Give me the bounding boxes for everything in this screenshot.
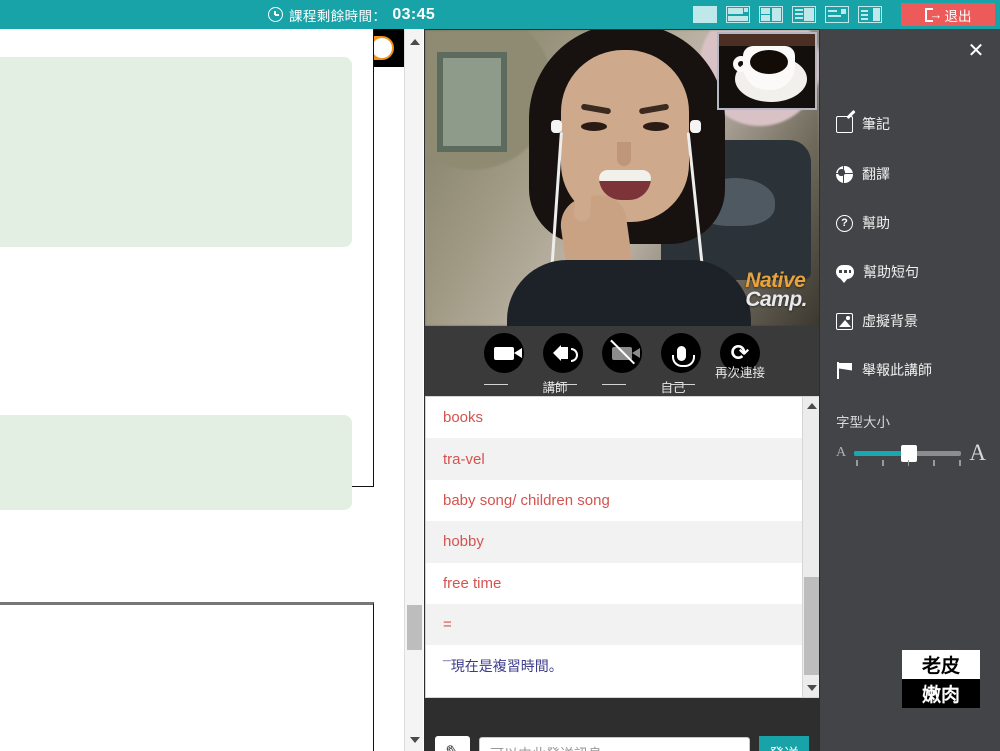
globe-icon xyxy=(836,165,853,183)
material-page-2 xyxy=(0,602,374,751)
teacher-video[interactable]: Native Camp. xyxy=(425,30,819,326)
list-item: tra-vel xyxy=(426,438,818,480)
chat-scroll-up-button[interactable] xyxy=(803,398,820,414)
list-item: free time xyxy=(443,574,502,592)
chevron-down-icon xyxy=(409,737,420,743)
teacher-figure xyxy=(507,30,751,326)
scroll-down-button[interactable] xyxy=(405,731,424,749)
clock-icon xyxy=(268,7,283,22)
sidebar-item-translate[interactable]: 翻譯 xyxy=(836,161,996,187)
tools-sidebar: ✕ 筆記 翻譯 ? 幫助 幫助短句 虛擬背景 舉報此講師 字型大小 A A xyxy=(820,29,1000,751)
material-panel: 顯示翻譯 xyxy=(0,29,404,751)
sidebar-item-label: 幫助短句 xyxy=(863,264,919,280)
font-size-large-label: A xyxy=(969,440,986,465)
exit-label: 退出 xyxy=(944,8,972,24)
image-icon xyxy=(836,312,853,330)
send-button[interactable]: 發送 xyxy=(759,736,809,751)
scroll-up-button[interactable] xyxy=(405,33,424,51)
self-camera-button[interactable] xyxy=(602,333,642,373)
self-video-thumbnail[interactable] xyxy=(717,32,817,110)
timer-value: 03:45 xyxy=(392,5,436,23)
message-input[interactable]: 可以由此發送訊息。 xyxy=(479,737,750,751)
video-controls-bar: ⟳ 講師 自己 再次連接 xyxy=(425,326,819,396)
microphone-icon xyxy=(671,345,695,367)
sidebar-item-label: 舉報此講師 xyxy=(862,362,932,378)
layout-list-right-icon[interactable] xyxy=(792,6,816,23)
list-item: ¯現在是複習時間。 xyxy=(443,658,563,675)
font-size-slider-row: A A xyxy=(836,437,986,469)
sidebar-item-help[interactable]: ? 幫助 xyxy=(836,210,996,236)
layout-text-pip-icon[interactable] xyxy=(825,6,849,23)
watermark-line-2: Camp. xyxy=(745,288,807,311)
nativecamp-watermark: Native Camp. xyxy=(745,270,807,310)
note-edit-icon xyxy=(836,115,853,133)
chat-scrollbar[interactable] xyxy=(802,397,819,697)
attachment-button[interactable]: ✎ xyxy=(435,736,470,751)
video-camera-icon xyxy=(494,346,522,360)
list-item: baby song/ children song xyxy=(443,491,610,509)
chevron-up-icon xyxy=(806,403,817,409)
layout-full-icon[interactable] xyxy=(693,6,717,23)
list-item: = xyxy=(426,603,818,646)
chat-bubble-icon xyxy=(836,265,854,283)
exit-icon xyxy=(924,5,943,25)
lesson-timer: 課程剩餘時間： 03:45 xyxy=(268,0,435,29)
question-circle-icon: ? xyxy=(836,214,853,232)
background-picture-frame xyxy=(437,52,507,152)
material-green-block-1 xyxy=(0,57,352,247)
sidebar-item-label: 翻譯 xyxy=(862,166,890,182)
scrollbar-thumb[interactable] xyxy=(407,605,422,650)
sidebar-item-report-teacher[interactable]: 舉報此講師 xyxy=(836,357,996,383)
font-size-slider[interactable] xyxy=(854,444,962,466)
message-compose-bar: ✎ 可以由此發送訊息。 發送 xyxy=(425,728,819,751)
sidebar-item-virtual-background[interactable]: 虛擬背景 xyxy=(836,308,996,334)
speaker-icon xyxy=(552,345,578,362)
material-document[interactable] xyxy=(0,29,404,751)
list-item: books xyxy=(443,409,484,427)
material-scrollbar[interactable] xyxy=(404,29,423,751)
list-item: hobby xyxy=(426,521,818,563)
chevron-up-icon xyxy=(409,39,420,45)
close-icon[interactable]: ✕ xyxy=(965,41,987,63)
font-size-label: 字型大小 xyxy=(836,415,890,430)
sidebar-item-help-phrases[interactable]: 幫助短句 xyxy=(836,259,996,285)
teacher-camera-button[interactable] xyxy=(484,333,524,373)
floating-tag-bottom-text: 嫩肉 xyxy=(902,679,980,708)
sidebar-item-notes[interactable]: 筆記 xyxy=(836,111,996,137)
slider-ticks xyxy=(854,459,961,466)
video-column: Native Camp. ⟳ 講師 自己 再次連接 books tra-vel … xyxy=(424,29,820,751)
teacher-controls-label: 講師 xyxy=(542,381,568,395)
sidebar-item-label: 筆記 xyxy=(862,116,890,132)
chat-message-list[interactable]: books tra-vel baby song/ children song h… xyxy=(425,396,819,698)
sidebar-item-label: 幫助 xyxy=(862,215,890,231)
layout-switcher xyxy=(693,0,882,29)
floating-nickname-tag[interactable]: 老皮 嫩肉 xyxy=(902,650,980,708)
layout-top-pip-icon[interactable] xyxy=(726,6,750,23)
teacher-speaker-button[interactable] xyxy=(543,333,583,373)
paperclip-icon: ✎ xyxy=(442,741,463,751)
self-microphone-button[interactable] xyxy=(661,333,701,373)
chat-scrollbar-thumb[interactable] xyxy=(804,577,819,675)
font-size-small-label: A xyxy=(836,445,847,460)
chat-scroll-down-button[interactable] xyxy=(803,680,820,696)
top-bar: 課程剩餘時間： 03:45 退出 xyxy=(0,0,1000,29)
sidebar-item-label: 虛擬背景 xyxy=(862,313,918,329)
exit-button[interactable]: 退出 xyxy=(901,3,995,26)
material-green-block-2 xyxy=(0,415,352,510)
lesson-room-app: 課程剩餘時間： 03:45 退出 顯示翻譯 xyxy=(0,0,1000,751)
timer-label: 課程剩餘時間： xyxy=(289,8,387,24)
layout-list-panel-icon[interactable] xyxy=(858,6,882,23)
flag-icon xyxy=(836,361,853,379)
layout-split-icon[interactable] xyxy=(759,6,783,23)
reconnect-label: 再次連接 xyxy=(714,366,765,380)
refresh-icon: ⟳ xyxy=(730,340,750,365)
floating-tag-top-text: 老皮 xyxy=(902,650,980,679)
chevron-down-icon xyxy=(806,685,817,691)
